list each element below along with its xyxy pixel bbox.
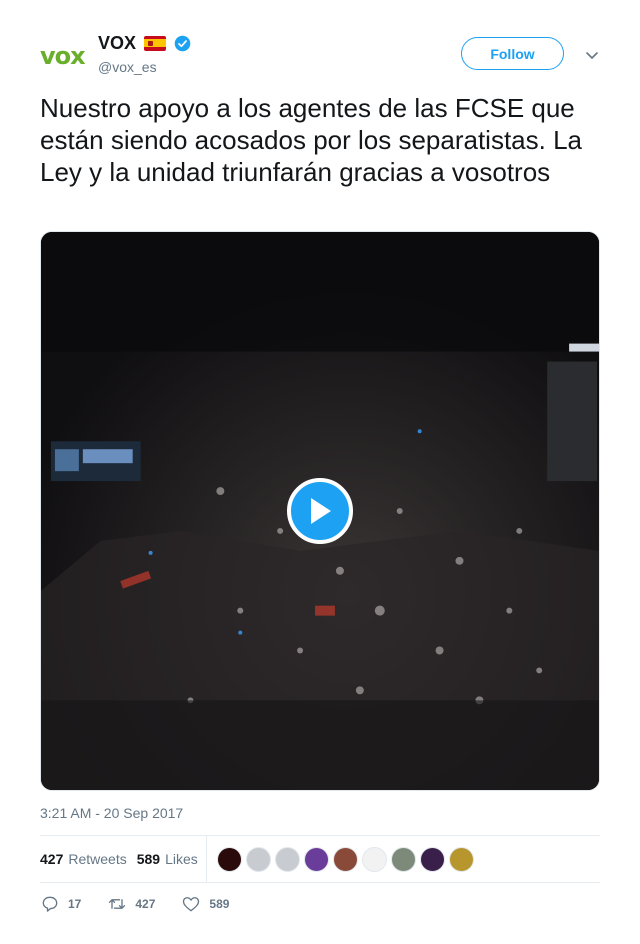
tweet-text: Nuestro apoyo a los agentes de las FCSE … [40, 93, 583, 187]
liker-avatar[interactable] [391, 847, 416, 872]
liker-avatar[interactable] [246, 847, 271, 872]
avatar[interactable]: vox [40, 38, 88, 74]
likes-count: 589 [136, 851, 161, 867]
liker-avatar[interactable] [304, 847, 329, 872]
engagement-stats: 427 Retweets 589 Likes [40, 836, 600, 882]
liker-avatar[interactable] [217, 847, 242, 872]
play-icon [311, 498, 331, 524]
avatar-logo-text: vox [40, 42, 86, 70]
play-button[interactable] [287, 478, 353, 544]
retweet-button[interactable]: 427 [107, 894, 155, 914]
follow-button[interactable]: Follow [461, 37, 564, 70]
liker-avatar[interactable] [362, 847, 387, 872]
reply-icon [42, 896, 58, 912]
user-handle[interactable]: @vox_es [98, 59, 157, 75]
retweets-count: 427 [40, 851, 64, 867]
like-count: 589 [209, 897, 230, 911]
name-row: VOX [98, 33, 191, 53]
stats-separator [206, 836, 207, 882]
liker-avatars [217, 847, 474, 872]
divider [40, 882, 600, 883]
liker-avatar[interactable] [449, 847, 474, 872]
retweets-label: Retweets [68, 851, 127, 867]
retweet-count: 427 [135, 897, 156, 911]
liker-avatar[interactable] [420, 847, 445, 872]
tweet-card: vox VOX @vox_es Follow Nuestro apoyo a l… [40, 0, 600, 944]
liker-avatar[interactable] [333, 847, 358, 872]
reply-button[interactable]: 17 [40, 894, 81, 914]
spain-flag-icon [144, 35, 167, 51]
tweet-timestamp[interactable]: 3:21 AM - 20 Sep 2017 [40, 805, 183, 821]
verified-badge-icon [174, 35, 191, 51]
reply-count: 17 [68, 897, 82, 911]
retweet-icon [109, 899, 126, 909]
likes-label: Likes [165, 851, 198, 867]
heart-icon [183, 897, 200, 912]
liker-avatar[interactable] [275, 847, 300, 872]
tweet-actions: 17 427 589 [40, 892, 255, 916]
display-name[interactable]: VOX [98, 33, 136, 54]
chevron-down-icon[interactable] [584, 47, 600, 63]
like-button[interactable]: 589 [181, 894, 229, 914]
likes-stat[interactable]: 589 Likes [137, 851, 198, 867]
video-player[interactable] [40, 231, 600, 791]
retweets-stat[interactable]: 427 Retweets [40, 851, 127, 867]
